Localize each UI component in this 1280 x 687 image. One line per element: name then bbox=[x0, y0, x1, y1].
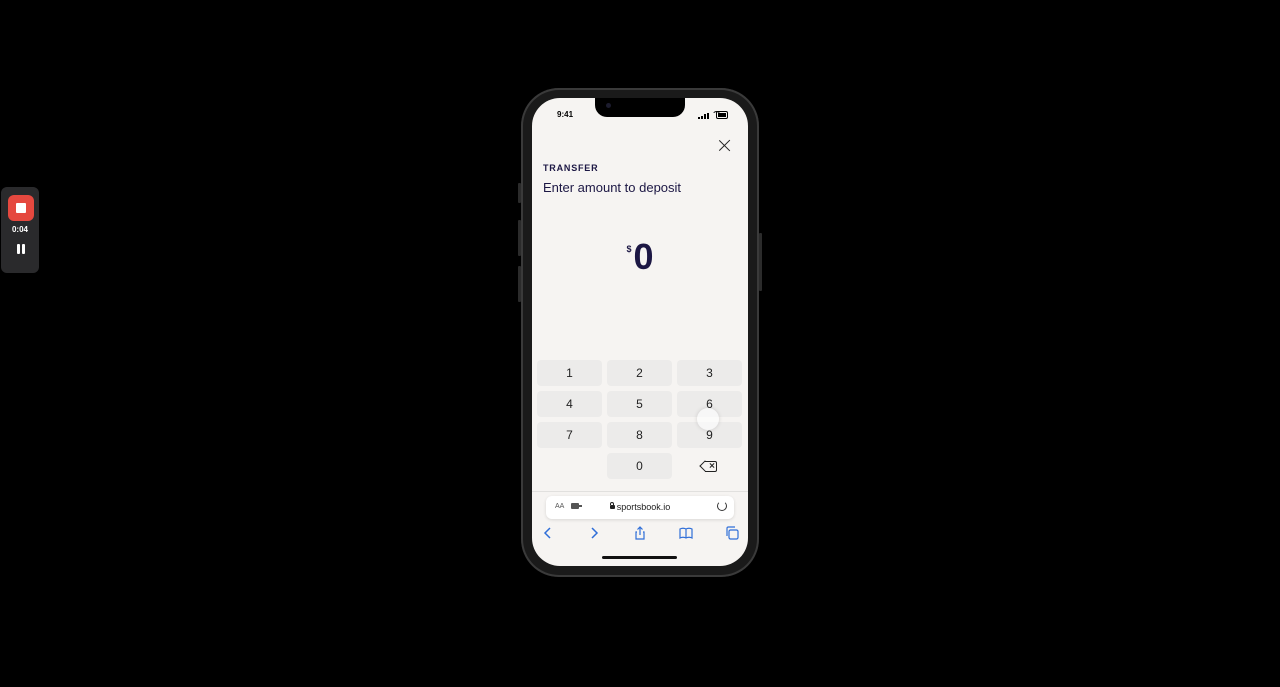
divider bbox=[532, 491, 748, 492]
screen-recorder-panel: 0:04 bbox=[1, 187, 39, 273]
currency-symbol: $ bbox=[626, 244, 632, 254]
key-4[interactable]: 4 bbox=[537, 391, 602, 417]
phone-screen: 9:41 TRANSFER Enter amount to deposit $0… bbox=[532, 98, 748, 566]
key-8[interactable]: 8 bbox=[607, 422, 672, 448]
touch-indicator bbox=[697, 408, 719, 430]
backspace-button[interactable] bbox=[677, 453, 742, 479]
volume-down-button bbox=[518, 266, 521, 302]
notch bbox=[595, 98, 685, 117]
recording-timer: 0:04 bbox=[11, 225, 28, 234]
key-1[interactable]: 1 bbox=[537, 360, 602, 386]
share-icon[interactable] bbox=[633, 526, 647, 540]
amount-value: 0 bbox=[633, 236, 654, 277]
phone-frame: 9:41 TRANSFER Enter amount to deposit $0… bbox=[518, 88, 762, 577]
amount-display: $0 bbox=[532, 236, 748, 278]
page-title: Enter amount to deposit bbox=[543, 180, 682, 195]
browser-toolbar bbox=[532, 524, 748, 544]
home-indicator[interactable] bbox=[602, 556, 677, 559]
key-2[interactable]: 2 bbox=[607, 360, 672, 386]
back-icon[interactable] bbox=[541, 526, 555, 540]
url-text: sportsbook.io bbox=[616, 502, 671, 512]
power-button bbox=[759, 233, 762, 291]
stop-recording-button[interactable] bbox=[8, 195, 34, 221]
key-3[interactable]: 3 bbox=[677, 360, 742, 386]
pause-recording-button[interactable] bbox=[16, 244, 26, 256]
tabs-icon[interactable] bbox=[725, 526, 739, 540]
battery-icon bbox=[716, 111, 728, 119]
lock-icon bbox=[609, 502, 615, 509]
close-button[interactable] bbox=[718, 139, 732, 153]
pause-icon bbox=[17, 244, 20, 254]
forward-icon[interactable] bbox=[587, 526, 601, 540]
key-0[interactable]: 0 bbox=[607, 453, 672, 479]
signal-icon bbox=[698, 117, 700, 119]
reload-icon[interactable] bbox=[717, 501, 727, 511]
camera-icon bbox=[606, 103, 611, 108]
section-label: TRANSFER bbox=[543, 163, 599, 173]
backspace-icon bbox=[698, 460, 717, 472]
key-5[interactable]: 5 bbox=[607, 391, 672, 417]
mute-switch bbox=[518, 183, 521, 203]
status-time: 9:41 bbox=[557, 110, 574, 119]
url-field[interactable]: sportsbook.io bbox=[546, 502, 734, 512]
address-bar[interactable]: AA sportsbook.io bbox=[546, 496, 734, 519]
volume-up-button bbox=[518, 220, 521, 256]
status-icons bbox=[698, 111, 728, 119]
key-7[interactable]: 7 bbox=[537, 422, 602, 448]
bookmarks-icon[interactable] bbox=[679, 526, 693, 540]
stop-icon bbox=[16, 203, 26, 213]
